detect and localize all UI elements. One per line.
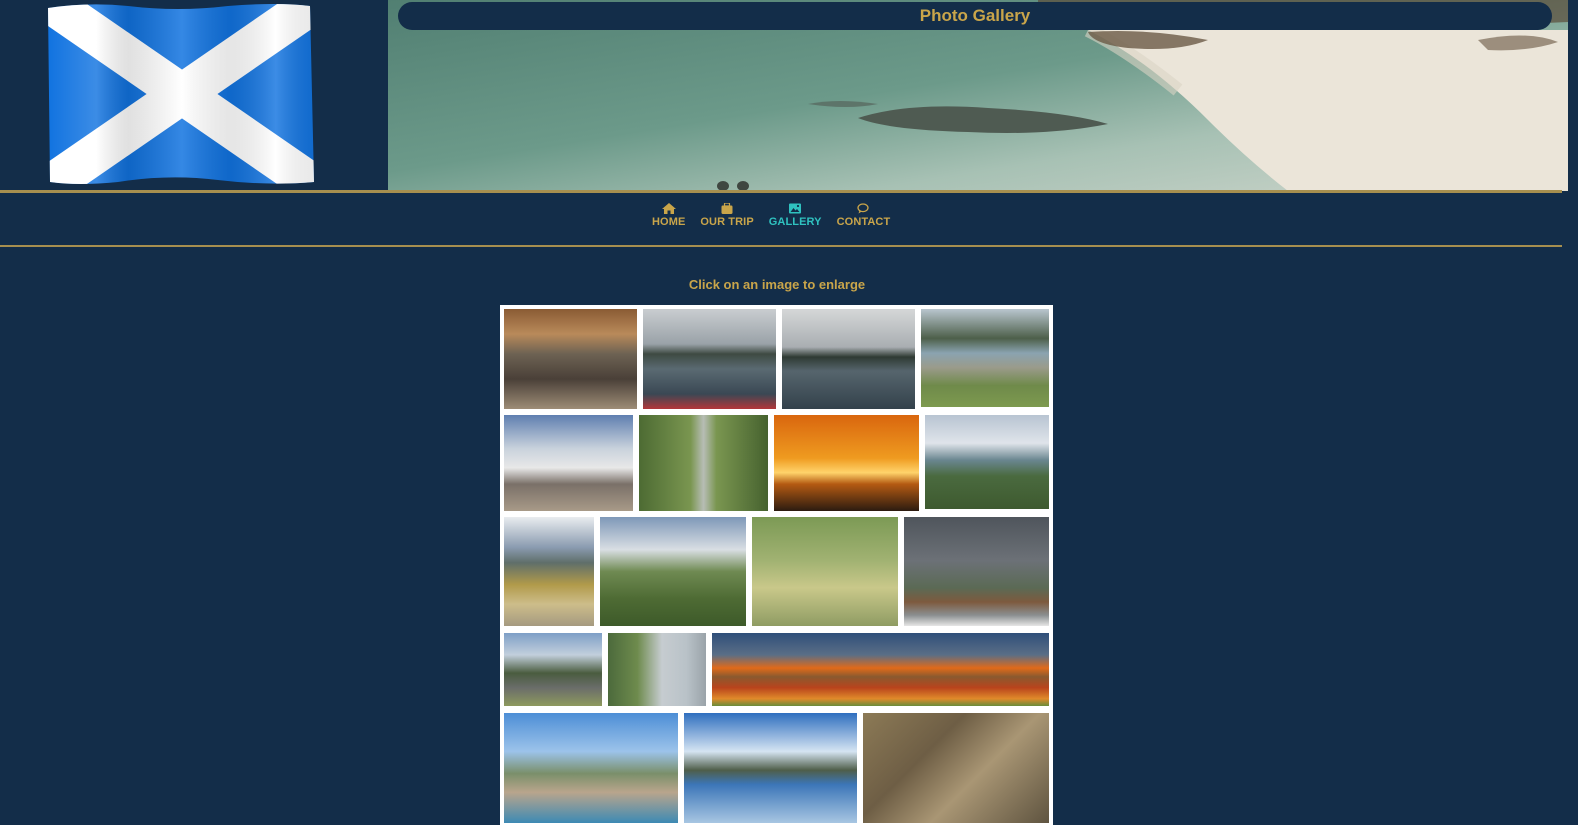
gallery-photo[interactable] (639, 415, 768, 511)
main-nav: HOME OUR TRIP GALLERY CONTACT (652, 203, 890, 231)
gallery-photo[interactable] (504, 713, 678, 823)
nav-home-label: HOME (652, 216, 686, 228)
nav-home[interactable]: HOME (652, 203, 685, 231)
page-title-bar: Photo Gallery (398, 2, 1552, 30)
gallery-instruction: Click on an image to enlarge (688, 277, 866, 292)
scotland-flag-logo (48, 4, 314, 184)
gallery-photo[interactable] (904, 517, 1049, 626)
chat-bubble-icon (857, 203, 870, 214)
gallery-photo[interactable] (921, 309, 1049, 407)
nav-divider (0, 245, 1562, 247)
header-divider (0, 190, 1562, 193)
nav-our-trip[interactable]: OUR TRIP (700, 203, 754, 231)
image-icon (789, 203, 802, 214)
photo-grid (500, 305, 1053, 825)
nav-our-trip-label: OUR TRIP (700, 216, 754, 228)
gallery-photo[interactable] (782, 309, 915, 409)
gallery-photo[interactable] (774, 415, 919, 511)
gallery-photo[interactable] (504, 309, 637, 409)
gallery-photo[interactable] (608, 633, 706, 706)
gallery-photo[interactable] (752, 517, 898, 626)
gallery-photo[interactable] (643, 309, 776, 409)
gallery-photo[interactable] (504, 415, 633, 511)
nav-gallery-label: GALLERY (768, 216, 822, 228)
gallery-photo[interactable] (600, 517, 746, 626)
logo-area (0, 0, 388, 191)
gallery-photo[interactable] (712, 633, 1049, 706)
nav-contact[interactable]: CONTACT (837, 203, 891, 231)
gallery-photo[interactable] (684, 713, 857, 823)
page-title: Photo Gallery (919, 6, 1031, 25)
site-header: Photo Gallery (0, 0, 1568, 191)
gallery-photo[interactable] (504, 633, 602, 706)
suitcase-icon (721, 203, 733, 214)
gallery-photo[interactable] (925, 415, 1049, 509)
nav-contact-label: CONTACT (836, 216, 891, 228)
gallery-photo[interactable] (504, 517, 594, 626)
gallery-photo[interactable] (863, 713, 1049, 823)
home-icon (661, 203, 676, 214)
nav-gallery[interactable]: GALLERY (769, 203, 822, 231)
